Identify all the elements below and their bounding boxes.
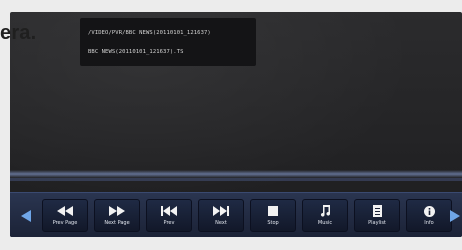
prev-button[interactable]: Prev [146, 199, 192, 232]
scroll-left-arrow-icon[interactable] [21, 210, 31, 222]
stop-button[interactable]: Stop [250, 199, 296, 232]
music-label: Music [317, 220, 333, 226]
media-toolbar: Prev Page Next Page Prev Next Stop Music… [10, 192, 462, 237]
playlist-label: Playlist [368, 220, 386, 226]
next-page-label: Next Page [104, 220, 130, 226]
skip-back-icon [161, 205, 177, 217]
fast-forward-icon [109, 205, 125, 217]
stop-label: Stop [267, 220, 279, 226]
music-button[interactable]: Music [302, 199, 348, 232]
music-note-icon [320, 205, 330, 217]
scroll-right-arrow-icon[interactable] [450, 210, 460, 222]
info-label: Info [424, 220, 434, 226]
next-page-button[interactable]: Next Page [94, 199, 140, 232]
playlist-icon [372, 205, 382, 217]
stop-icon [268, 205, 278, 217]
next-button[interactable]: Next [198, 199, 244, 232]
progress-glow [10, 170, 462, 178]
tv-screen: /VIDEO/PVR/BBC NEWS(20110101_121637) BBC… [10, 12, 462, 237]
info-button[interactable]: Info [406, 199, 452, 232]
file-info-panel: /VIDEO/PVR/BBC NEWS(20110101_121637) BBC… [80, 18, 256, 66]
info-icon [423, 205, 435, 217]
file-path: /VIDEO/PVR/BBC NEWS(20110101_121637) [88, 30, 211, 36]
photo-frame: /VIDEO/PVR/BBC NEWS(20110101_121637) BBC… [0, 0, 462, 250]
prev-page-button[interactable]: Prev Page [42, 199, 88, 232]
caption-fragment: era. [0, 22, 37, 44]
playlist-button[interactable]: Playlist [354, 199, 400, 232]
prev-page-label: Prev Page [52, 220, 78, 226]
prev-label: Prev [163, 220, 175, 226]
progress-glow-line [10, 178, 462, 181]
file-name: BBC NEWS(20110101_121637).TS [88, 49, 184, 55]
skip-forward-icon [213, 205, 229, 217]
rewind-icon [57, 205, 73, 217]
next-label: Next [215, 220, 227, 226]
